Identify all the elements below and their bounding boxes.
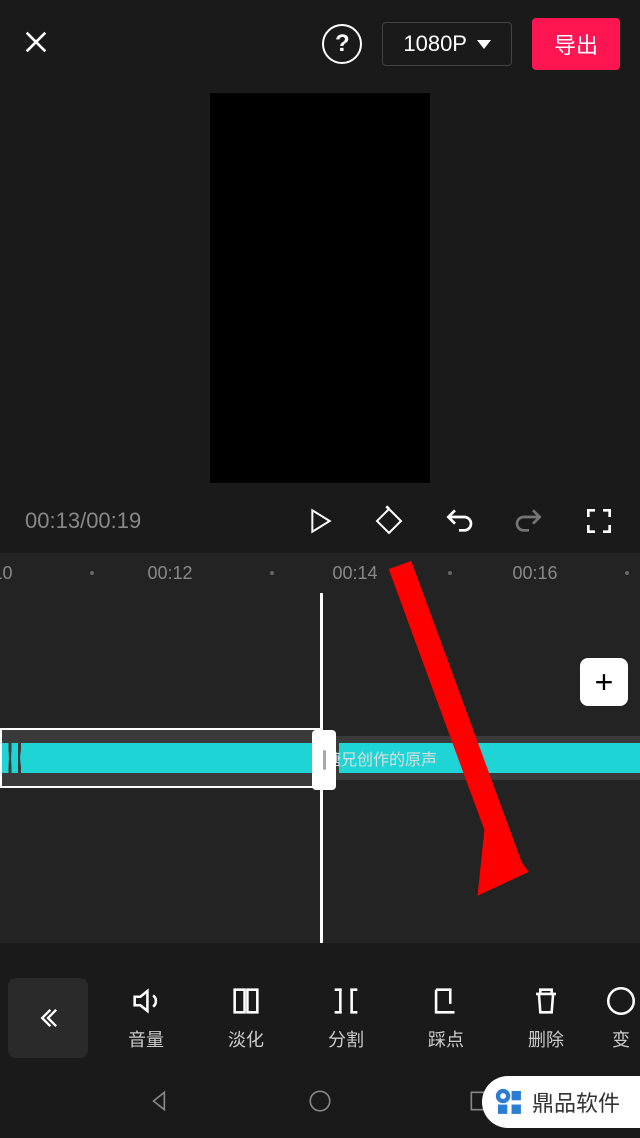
audio-clip-selected[interactable] bbox=[0, 728, 320, 788]
bottom-toolbar: 音量 淡化 分割 踩点 删除 bbox=[0, 968, 640, 1068]
undo-icon[interactable] bbox=[443, 505, 475, 537]
tool-delete[interactable]: 删除 bbox=[496, 984, 596, 1052]
add-clip-button[interactable]: + bbox=[580, 658, 628, 706]
change-icon bbox=[604, 984, 638, 1018]
preview-area bbox=[0, 88, 640, 488]
help-icon[interactable]: ? bbox=[322, 24, 362, 64]
fullscreen-icon[interactable] bbox=[583, 505, 615, 537]
header-right: ? 1080P 导出 bbox=[322, 18, 620, 70]
clip-label: 糖兄创作的原声 bbox=[325, 746, 437, 770]
audio-clip[interactable]: 糖兄创作的原声 bbox=[320, 736, 640, 780]
chevron-down-icon bbox=[477, 40, 491, 49]
back-button[interactable] bbox=[8, 978, 88, 1058]
tool-beat[interactable]: 踩点 bbox=[396, 984, 496, 1052]
tool-fade[interactable]: 淡化 bbox=[196, 984, 296, 1052]
play-icon[interactable] bbox=[303, 505, 335, 537]
delete-icon bbox=[529, 984, 563, 1018]
watermark-logo-icon bbox=[492, 1085, 526, 1119]
redo-icon[interactable] bbox=[513, 505, 545, 537]
nav-home-icon[interactable] bbox=[307, 1088, 333, 1119]
tool-split[interactable]: 分割 bbox=[296, 984, 396, 1052]
export-button[interactable]: 导出 bbox=[532, 18, 620, 70]
resolution-selector[interactable]: 1080P bbox=[382, 22, 512, 66]
waveform-icon bbox=[2, 743, 318, 773]
beat-icon bbox=[429, 984, 463, 1018]
volume-icon bbox=[129, 984, 163, 1018]
timeline[interactable]: 0:10 00:12 00:14 00:16 + 糖兄创作的原声 bbox=[0, 553, 640, 943]
watermark: 鼎品软件 bbox=[482, 1076, 640, 1128]
header: ? 1080P 导出 bbox=[0, 0, 640, 88]
resolution-value: 1080P bbox=[403, 31, 467, 57]
fade-icon bbox=[229, 984, 263, 1018]
playback-controls: 00:13/00:19 bbox=[0, 488, 640, 553]
audio-track[interactable]: 糖兄创作的原声 bbox=[0, 728, 640, 788]
close-icon[interactable] bbox=[20, 26, 52, 63]
tool-volume[interactable]: 音量 bbox=[96, 984, 196, 1052]
split-icon bbox=[329, 984, 363, 1018]
nav-back-icon[interactable] bbox=[147, 1088, 173, 1119]
video-preview[interactable] bbox=[210, 93, 430, 483]
tool-change[interactable]: 变 bbox=[596, 984, 640, 1052]
time-display: 00:13/00:19 bbox=[25, 508, 303, 534]
keyframe-icon[interactable] bbox=[373, 505, 405, 537]
clip-handle[interactable] bbox=[312, 730, 336, 790]
timeline-ruler: 0:10 00:12 00:14 00:16 bbox=[0, 553, 640, 593]
